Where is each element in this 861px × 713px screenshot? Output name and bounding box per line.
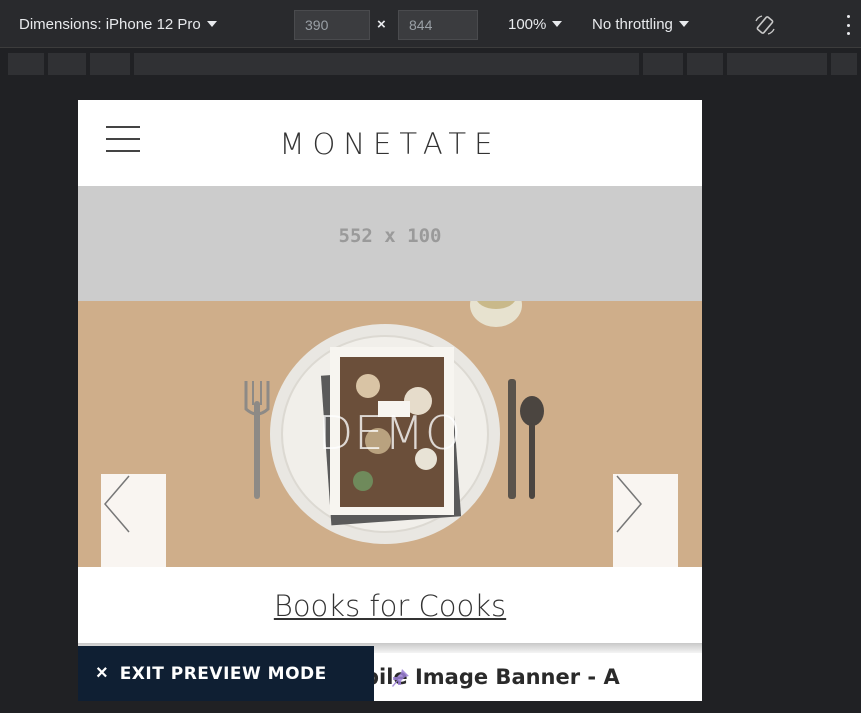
height-input[interactable]: 844 xyxy=(398,10,478,40)
media-query-segment[interactable] xyxy=(134,53,639,75)
more-vertical-icon[interactable] xyxy=(845,15,851,35)
caret-down-icon xyxy=(678,21,689,27)
zoom-label: 100% xyxy=(508,15,547,33)
demo-watermark: DEMO xyxy=(317,406,463,460)
placeholder-banner: 552 x 100 xyxy=(78,186,702,301)
media-query-segment[interactable] xyxy=(831,53,857,75)
chevron-left-icon xyxy=(104,475,130,533)
carousel-next-button[interactable] xyxy=(613,474,678,567)
hero-carousel: DEMO xyxy=(78,301,702,567)
exit-preview-label: EXIT PREVIEW MODE xyxy=(119,663,327,684)
device-dimensions-label: Dimensions: iPhone 12 Pro xyxy=(19,15,201,33)
exit-preview-button[interactable]: × EXIT PREVIEW MODE xyxy=(78,646,374,701)
throttling-label: No throttling xyxy=(592,15,673,33)
chevron-right-icon xyxy=(616,475,642,533)
throttling-dropdown[interactable]: No throttling xyxy=(592,0,689,48)
rotate-icon[interactable] xyxy=(753,14,777,36)
carousel-prev-button[interactable] xyxy=(101,474,166,567)
books-for-cooks-link[interactable]: Books for Cooks xyxy=(274,589,506,623)
site-logo[interactable]: MONETATE xyxy=(78,127,702,161)
media-query-segment[interactable] xyxy=(8,53,44,75)
site-header: MONETATE xyxy=(78,100,702,186)
placeholder-label: 552 x 100 xyxy=(338,225,442,247)
media-query-segment[interactable] xyxy=(90,53,130,75)
media-query-segment[interactable] xyxy=(48,53,86,75)
times-symbol: × xyxy=(377,16,386,33)
media-query-bar xyxy=(0,49,861,79)
caret-down-icon xyxy=(552,21,563,27)
hero-caption: Books for Cooks xyxy=(78,589,702,623)
width-input[interactable]: 390 xyxy=(294,10,370,40)
media-query-segment[interactable] xyxy=(687,53,723,75)
device-viewport: MONETATE 552 x 100 DEMO Books for Cooks … xyxy=(78,100,702,701)
caret-down-icon xyxy=(206,21,217,27)
device-toolbar: Dimensions: iPhone 12 Pro 390 × 844 100%… xyxy=(0,0,861,48)
device-dimensions-dropdown[interactable]: Dimensions: iPhone 12 Pro xyxy=(19,0,217,48)
close-icon: × xyxy=(96,662,108,684)
pin-icon[interactable] xyxy=(389,667,411,689)
media-query-segment[interactable] xyxy=(643,53,683,75)
zoom-dropdown[interactable]: 100% xyxy=(508,0,563,48)
media-query-segment[interactable] xyxy=(727,53,827,75)
